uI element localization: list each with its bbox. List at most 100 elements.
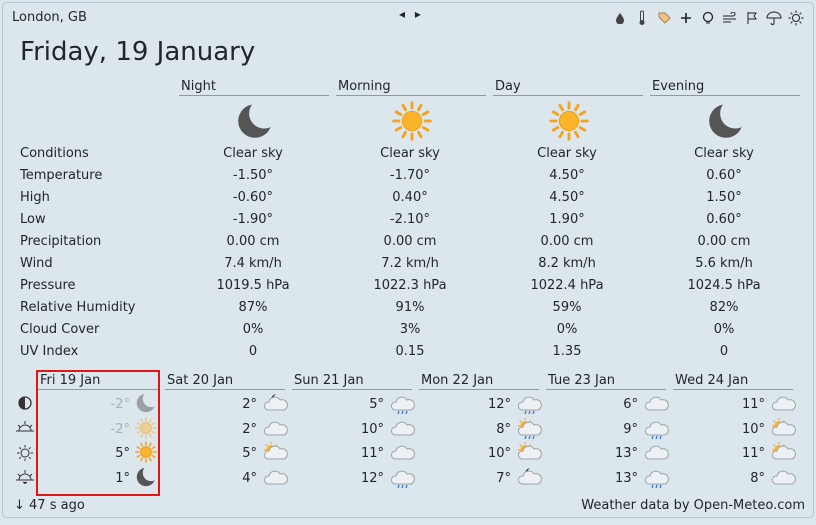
row-label-low: Low (20, 212, 46, 227)
period-high-value: 0.40° (392, 190, 428, 205)
forecast-temp: 13° (614, 446, 638, 461)
forecast-temp: 2° (242, 422, 257, 437)
period-conditions-value: Clear sky (694, 146, 754, 161)
row-label-wind: Wind (20, 256, 53, 271)
period-humidity-value: 91% (395, 300, 425, 315)
forecast-temp: 8° (750, 471, 765, 486)
prev-location-button[interactable]: ◂ (399, 7, 405, 21)
forecast-temp: 12° (487, 397, 511, 412)
forecast-temp: 10° (487, 446, 511, 461)
location-nav: ◂ ▸ (399, 7, 427, 21)
last-updated: ↓ 47 s ago (14, 498, 85, 513)
rain-cloud-icon (389, 392, 415, 418)
forecast-temp: 2° (242, 397, 257, 412)
sunrise-row-icon (15, 419, 35, 439)
forecast-day-header[interactable]: Tue 23 Jan (548, 373, 615, 388)
tag-icon[interactable] (655, 9, 673, 27)
forecast-day-header[interactable]: Sat 20 Jan (167, 373, 233, 388)
forecast-temp: 11° (741, 446, 765, 461)
cloud-icon (262, 466, 288, 492)
period-temperature-value: -1.50° (232, 168, 274, 183)
data-source-link[interactable]: Weather data by Open-Meteo.com (581, 498, 805, 513)
period-cloud_cover-value: 0% (713, 322, 735, 337)
period-high-value: 4.50° (549, 190, 585, 205)
period-conditions-value: Clear sky (380, 146, 440, 161)
cloud-icon (262, 417, 288, 443)
period-uv_index-value: 0 (248, 344, 258, 359)
weather-window: London, GB ◂ ▸ Friday, 19 January Night C… (2, 2, 814, 518)
cloud-icon (643, 441, 669, 467)
forecast-day-divider (673, 389, 793, 390)
forecast-day-divider (165, 389, 285, 390)
period-temperature-value: 4.50° (549, 168, 585, 183)
period-header-morning: Morning (338, 79, 391, 94)
period-low-value: -1.90° (232, 212, 274, 227)
arrow-down-icon: ↓ (14, 498, 30, 513)
period-cloud_cover-value: 0% (242, 322, 264, 337)
period-temperature-value: 0.60° (706, 168, 742, 183)
moon-icon (706, 101, 746, 145)
cloud-icon (643, 392, 669, 418)
forecast-temp: 12° (360, 471, 384, 486)
row-label-high: High (20, 190, 50, 205)
row-label-uv-index: UV Index (20, 344, 79, 359)
sun-cloud-icon (262, 441, 288, 467)
period-uv_index-value: 0.15 (395, 344, 425, 359)
period-pressure-value: 1019.5 hPa (216, 278, 290, 293)
row-label-conditions: Conditions (20, 146, 89, 161)
cloud-icon (770, 392, 796, 418)
period-pressure-value: 1022.3 hPa (373, 278, 447, 293)
period-precipitation-value: 0.00 cm (697, 234, 751, 249)
last-updated-text: 47 s ago (29, 498, 85, 513)
period-header-day: Day (495, 79, 521, 94)
period-precipitation-value: 0.00 cm (226, 234, 280, 249)
period-wind-value: 5.6 km/h (695, 256, 753, 271)
sun-icon (549, 101, 589, 145)
forecast-temp: 11° (741, 397, 765, 412)
rain-cloud-icon (643, 466, 669, 492)
period-precipitation-value: 0.00 cm (540, 234, 594, 249)
forecast-day-header[interactable]: Wed 24 Jan (675, 373, 748, 388)
plus-icon[interactable] (677, 9, 695, 27)
period-pressure-value: 1022.4 hPa (530, 278, 604, 293)
period-divider (650, 95, 800, 96)
bulb-icon[interactable] (699, 9, 717, 27)
period-conditions-value: Clear sky (537, 146, 597, 161)
forecast-day-header[interactable]: Sun 21 Jan (294, 373, 364, 388)
cloud-icon (389, 417, 415, 443)
sun-icon[interactable] (787, 9, 805, 27)
forecast-temp: 11° (360, 446, 384, 461)
location-label: London, GB (12, 10, 87, 25)
sun-cloud-icon (770, 417, 796, 443)
flag-icon[interactable] (743, 9, 761, 27)
sun-cloud-icon (770, 441, 796, 467)
forecast-temp: 10° (741, 422, 765, 437)
period-divider (493, 95, 643, 96)
period-wind-value: 7.2 km/h (381, 256, 439, 271)
period-wind-value: 8.2 km/h (538, 256, 596, 271)
thermometer-icon[interactable] (633, 9, 651, 27)
forecast-temp: 7° (496, 471, 511, 486)
page-title: Friday, 19 January (20, 37, 256, 67)
period-divider (336, 95, 486, 96)
umbrella-icon[interactable] (765, 9, 783, 27)
cloud-icon (770, 466, 796, 492)
rain-cloud-icon (643, 417, 669, 443)
row-label-precipitation: Precipitation (20, 234, 102, 249)
forecast-day-header[interactable]: Mon 22 Jan (421, 373, 493, 388)
forecast-temp: 13° (614, 471, 638, 486)
selected-day-highlight (36, 370, 160, 496)
wind-icon[interactable] (721, 9, 739, 27)
row-label-humidity: Relative Humidity (20, 300, 136, 315)
forecast-temp: 10° (360, 422, 384, 437)
next-location-button[interactable]: ▸ (415, 7, 421, 21)
sun-icon (392, 101, 432, 145)
forecast-day-divider (292, 389, 412, 390)
period-low-value: 0.60° (706, 212, 742, 227)
period-header-evening: Evening (652, 79, 705, 94)
period-humidity-value: 59% (552, 300, 582, 315)
drop-icon[interactable] (611, 9, 629, 27)
period-divider (179, 95, 329, 96)
night-row-icon (17, 395, 33, 415)
period-high-value: -0.60° (232, 190, 274, 205)
